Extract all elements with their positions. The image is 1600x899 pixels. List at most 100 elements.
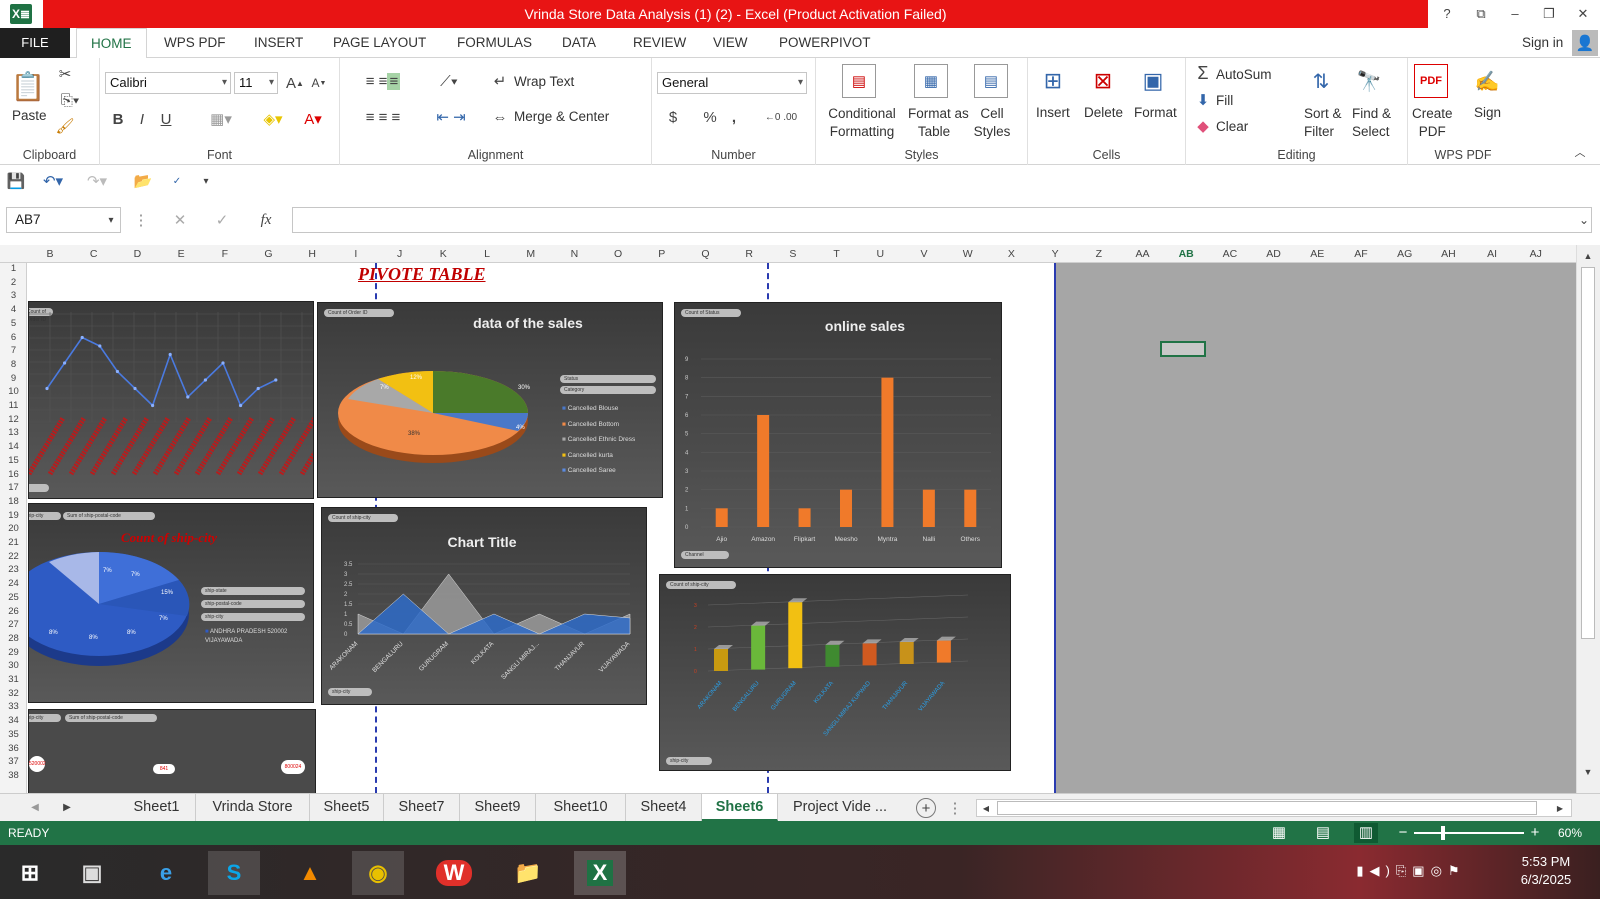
row-header-16[interactable]: 16 <box>0 469 27 480</box>
row-header-32[interactable]: 32 <box>0 688 27 699</box>
row-header-3[interactable]: 3 <box>0 290 27 301</box>
ship-city-pie-chart[interactable]: ship-city Sum of ship-postal-code Count … <box>28 503 314 703</box>
page-layout-view-icon[interactable]: ▤ <box>1314 824 1332 842</box>
file-explorer-icon[interactable]: 📁 <box>502 851 554 895</box>
column-header-n[interactable]: N <box>554 245 594 263</box>
percent-button[interactable]: % <box>700 106 720 128</box>
insert-button[interactable]: Insert <box>1036 105 1070 120</box>
skype-icon[interactable]: S <box>208 851 260 895</box>
create-pdf-icon[interactable]: PDF <box>1414 64 1448 98</box>
sheet-tab-sheet5[interactable]: Sheet5 <box>310 794 384 821</box>
enter-icon[interactable]: ✓ <box>212 210 232 230</box>
italic-button[interactable]: I <box>132 108 152 130</box>
scroll-up-icon[interactable]: ▲ <box>1581 249 1595 263</box>
sheet-tab-sheet6[interactable]: Sheet6 <box>702 794 778 821</box>
ship-city-filter[interactable]: ship-city <box>201 613 305 621</box>
cell-styles-icon[interactable]: ▤ <box>974 64 1008 98</box>
merge-icon[interactable]: ⇔ <box>490 106 510 128</box>
expand-formula-icon[interactable]: ⌄ <box>1576 212 1592 228</box>
selected-cell-ab7[interactable] <box>1160 341 1206 357</box>
user-avatar-icon[interactable]: 👤 <box>1572 30 1598 56</box>
formula-bar-handle-icon[interactable]: ⋮ <box>134 210 149 230</box>
sheet-tab-project-video[interactable]: Project Vide ... <box>778 794 902 821</box>
tab-view[interactable]: VIEW <box>713 28 748 58</box>
help-icon[interactable]: ? <box>1430 0 1464 28</box>
line-chart[interactable]: Count of Order ID <box>28 301 314 499</box>
column-header-y[interactable]: Y <box>1035 245 1075 263</box>
zoom-in-icon[interactable]: + <box>1528 824 1542 842</box>
page-break-view-icon[interactable]: ▥ <box>1354 823 1378 843</box>
undo-icon[interactable]: ↶▾ <box>38 171 68 191</box>
indent-icons[interactable]: ⇤ ⇥ <box>428 106 474 128</box>
name-box-dropdown-icon[interactable]: ▾ <box>104 212 118 228</box>
format-cells-icon[interactable]: ▣ <box>1136 64 1170 98</box>
column-header-v[interactable]: V <box>904 245 944 263</box>
taskbar-app-icon[interactable]: ▣ <box>66 851 118 895</box>
row-header-33[interactable]: 33 <box>0 701 27 712</box>
conditional-formatting-button[interactable]: Conditional Formatting <box>826 105 898 141</box>
insert-cells-icon[interactable]: ⊞ <box>1036 64 1070 98</box>
new-sheet-icon[interactable]: + <box>916 798 936 818</box>
row-header-38[interactable]: 38 <box>0 770 27 781</box>
orientation-icon[interactable]: ⟋▾ <box>432 70 466 92</box>
column-header-f[interactable]: F <box>205 245 245 263</box>
minimize-icon[interactable]: – <box>1498 0 1532 28</box>
start-button-icon[interactable]: ⊞ <box>4 851 56 895</box>
row-header-4[interactable]: 4 <box>0 304 27 315</box>
row-header-9[interactable]: 9 <box>0 373 27 384</box>
find-select-icon[interactable]: 🔭 <box>1352 64 1386 98</box>
currency-button[interactable]: $ <box>658 106 688 128</box>
chart5-filter[interactable]: ship-city <box>328 688 372 696</box>
column-header-p[interactable]: P <box>642 245 682 263</box>
cut-icon[interactable]: ✂ <box>55 64 75 84</box>
sign-in-link[interactable]: Sign in <box>1522 28 1563 58</box>
column-header-m[interactable]: M <box>511 245 551 263</box>
channel-filter[interactable]: Channel <box>681 551 729 559</box>
autosum-button[interactable]: AutoSum <box>1216 67 1272 82</box>
row-header-22[interactable]: 22 <box>0 551 27 562</box>
file-tab[interactable]: FILE <box>0 28 70 58</box>
delete-cells-icon[interactable]: ⊠ <box>1086 64 1120 98</box>
ship-state-filter[interactable]: ship-state <box>201 587 305 595</box>
sheet-tab-sheet4[interactable]: Sheet4 <box>626 794 702 821</box>
sign-button[interactable]: Sign <box>1474 105 1501 120</box>
wps-office-icon[interactable]: W <box>428 851 480 895</box>
save-icon[interactable]: 💾 <box>6 171 26 191</box>
column-header-ag[interactable]: AG <box>1385 245 1425 263</box>
column-header-j[interactable]: J <box>380 245 420 263</box>
hscroll-left-icon[interactable]: ◀ <box>979 801 993 815</box>
close-icon[interactable]: ✕ <box>1566 0 1600 28</box>
column-header-r[interactable]: R <box>729 245 769 263</box>
row-header-6[interactable]: 6 <box>0 332 27 343</box>
taskbar-clock[interactable]: 5:53 PM 6/3/2025 <box>1498 853 1594 889</box>
decimal-icons[interactable]: ←0 .00 <box>756 106 806 128</box>
create-pdf-button[interactable]: Create PDF <box>1412 105 1453 141</box>
format-button[interactable]: Format <box>1134 105 1177 120</box>
tab-scroll-right-icon[interactable]: ▶ <box>58 798 76 816</box>
insert-function-icon[interactable]: fx <box>254 210 278 230</box>
column-header-ae[interactable]: AE <box>1297 245 1337 263</box>
horizontal-align-icons[interactable]: ≡ ≡ ≡ <box>348 106 418 128</box>
wrap-text-icon[interactable]: ↵ <box>490 70 510 92</box>
row-header-35[interactable]: 35 <box>0 729 27 740</box>
online-sales-bar-chart[interactable]: Count of Status online sales 0123456789A… <box>674 302 1002 568</box>
merge-center-button[interactable]: Merge & Center <box>514 109 609 124</box>
row-header-12[interactable]: 12 <box>0 414 27 425</box>
row-header-10[interactable]: 10 <box>0 386 27 397</box>
column-header-ad[interactable]: AD <box>1254 245 1294 263</box>
column-header-d[interactable]: D <box>117 245 157 263</box>
row-header-5[interactable]: 5 <box>0 318 27 329</box>
row-header-25[interactable]: 25 <box>0 592 27 603</box>
column-header-af[interactable]: AF <box>1341 245 1381 263</box>
clear-button[interactable]: Clear <box>1216 119 1248 134</box>
row-header-8[interactable]: 8 <box>0 359 27 370</box>
tab-review[interactable]: REVIEW <box>633 28 686 58</box>
borders-icon[interactable]: ▦▾ <box>204 108 238 130</box>
column-header-h[interactable]: H <box>292 245 332 263</box>
row-header-24[interactable]: 24 <box>0 578 27 589</box>
sheet-tab-sheet7[interactable]: Sheet7 <box>384 794 460 821</box>
autosum-icon[interactable]: Σ <box>1194 63 1212 83</box>
row-header-29[interactable]: 29 <box>0 647 27 658</box>
row-header-28[interactable]: 28 <box>0 633 27 644</box>
open-folder-icon[interactable]: 📂 <box>132 171 154 191</box>
